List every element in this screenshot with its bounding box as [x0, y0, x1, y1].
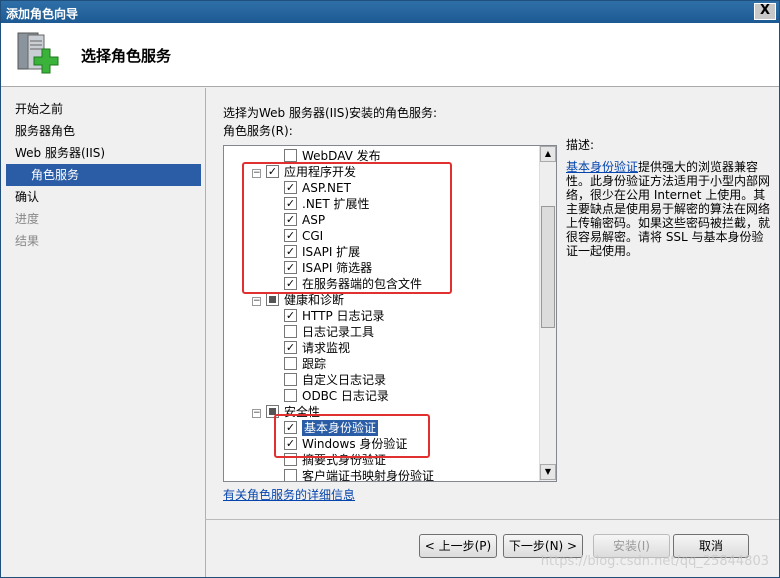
page-title: 选择角色服务: [81, 47, 172, 65]
more-info-link[interactable]: 有关角色服务的详细信息: [223, 486, 355, 503]
description-text: 提供强大的浏览器兼容性。此身份验证方法适用于小型内部网络，很少在公用 Inter…: [566, 160, 771, 258]
nav-item-confirmation[interactable]: 确认: [15, 186, 39, 208]
nav-item-server-roles[interactable]: 服务器角色: [15, 120, 75, 142]
checkbox[interactable]: [284, 469, 297, 481]
scroll-up-icon[interactable]: ▲: [540, 146, 556, 162]
instruction-text: 选择为Web 服务器(IIS)安装的角色服务:: [223, 106, 438, 120]
nav-item-role-services[interactable]: 角色服务: [6, 164, 201, 186]
watermark: https://blog.csdn.net/qq_25844803: [540, 554, 769, 569]
wizard-header: 选择角色服务: [1, 23, 779, 87]
checkbox[interactable]: ✓: [284, 309, 297, 322]
nav-item-web-server-iis[interactable]: Web 服务器(IIS): [15, 142, 105, 164]
collapse-toggle[interactable]: −: [252, 297, 261, 306]
checkbox[interactable]: [284, 325, 297, 338]
add-roles-wizard-window: 添加角色向导 X 选择角色服务 开始之前 服务器角色 Web 服务器(IIS) …: [0, 0, 780, 578]
vertical-scrollbar[interactable]: ▲ ▼: [539, 146, 556, 481]
button-bar: < 上一步(P) 下一步(N) > 安装(I) 取消 https://blog.…: [205, 519, 779, 577]
checkbox[interactable]: [284, 149, 297, 162]
description-panel: 描述: 基本身份验证提供强大的浏览器兼容性。此身份验证方法适用于小型内部网络，很…: [566, 138, 773, 258]
checkbox[interactable]: [284, 373, 297, 386]
description-body: 基本身份验证提供强大的浏览器兼容性。此身份验证方法适用于小型内部网络，很少在公用…: [566, 160, 773, 258]
wizard-nav: 开始之前 服务器角色 Web 服务器(IIS) 角色服务 确认 进度 结果: [1, 88, 205, 577]
collapse-toggle[interactable]: −: [252, 409, 261, 418]
window-title: 添加角色向导: [6, 7, 79, 21]
description-link[interactable]: 基本身份验证: [566, 160, 638, 174]
title-bar[interactable]: 添加角色向导 X: [1, 1, 779, 23]
checkbox[interactable]: [284, 389, 297, 402]
description-label: 描述:: [566, 138, 595, 152]
scroll-down-icon[interactable]: ▼: [540, 464, 556, 480]
checkbox[interactable]: ✓: [284, 341, 297, 354]
role-services-tree[interactable]: WebDAV 发布 − ✓ 应用程序开发 ✓ ASP.NET ✓ .NET 扩展性 ✓…: [223, 145, 557, 482]
checkbox[interactable]: [266, 293, 279, 306]
previous-button[interactable]: < 上一步(P): [419, 534, 497, 558]
scroll-thumb[interactable]: [541, 206, 555, 328]
nav-item-results: 结果: [15, 234, 40, 248]
nav-item-progress: 进度: [15, 212, 40, 226]
main-panel: 选择为Web 服务器(IIS)安装的角色服务: 角色服务(R): WebDAV …: [205, 88, 779, 519]
role-services-label: 角色服务(R):: [223, 124, 293, 138]
highlight-box: [242, 162, 452, 294]
close-button[interactable]: X: [754, 3, 776, 20]
nav-item-before-you-begin[interactable]: 开始之前: [15, 98, 63, 120]
highlight-box: [274, 414, 430, 458]
checkbox[interactable]: [284, 357, 297, 370]
server-role-icon: [17, 32, 59, 74]
